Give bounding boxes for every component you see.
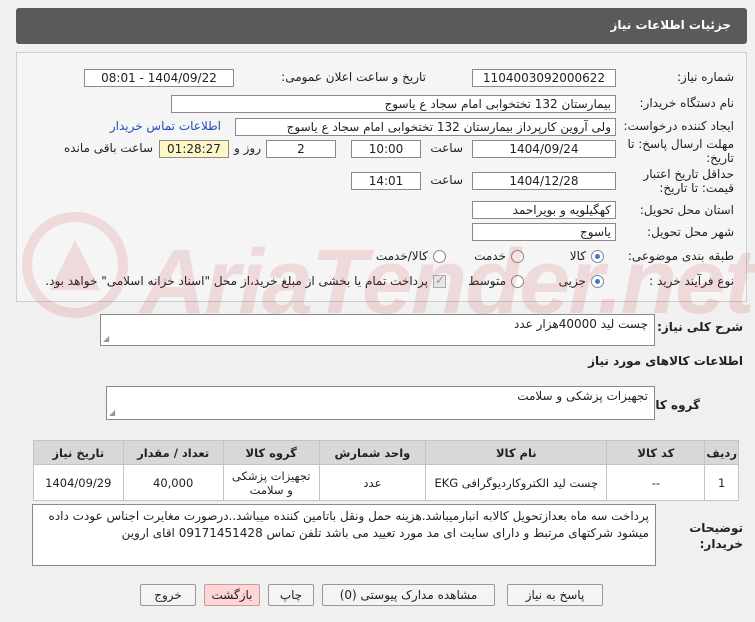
payment-note: پرداخت تمام یا بخشی از مبلغ خرید،از محل … — [45, 274, 428, 288]
category-radio-service[interactable] — [511, 250, 524, 263]
exit-button[interactable]: خروج — [140, 584, 196, 606]
category-option-goods-service: کالا/خدمت — [375, 249, 428, 263]
buyer-org-field: بیمارستان 132 تختخوابی امام سجاد ع یاسوج — [171, 95, 616, 113]
city-label: شهر محل تحویل: — [647, 225, 734, 239]
process-option-medium: متوسط — [468, 274, 506, 288]
reply-time-label: ساعت — [430, 141, 463, 155]
col-date-header: تاریخ نیاز — [33, 440, 124, 465]
goods-group-field: تجهیزات پزشکی و سلامت ◢ — [106, 386, 655, 420]
cell-qty: 40,000 — [122, 464, 224, 501]
col-unit-header: واحد شمارش — [318, 440, 427, 465]
creator-label: ایجاد کننده درخواست: — [623, 119, 734, 133]
announce-field: 1404/09/22 - 08:01 — [84, 69, 234, 87]
goods-group-text: تجهیزات پزشکی و سلامت — [517, 389, 648, 403]
table-header-row: ردیف کد کالا نام کالا واحد شمارش گروه کا… — [33, 440, 739, 465]
resize-grip-icon[interactable]: ◢ — [103, 334, 109, 343]
cell-code: -- — [606, 464, 706, 501]
col-code-header: کد کالا — [606, 440, 706, 465]
announce-label: تاریخ و ساعت اعلان عمومی: — [281, 70, 426, 84]
city-field: یاسوج — [472, 223, 616, 241]
process-option-minor: جزیی — [558, 274, 586, 288]
days-label: روز و — [234, 141, 261, 155]
process-label: نوع فرآیند خرید : — [649, 274, 734, 288]
reply-deadline-label: مهلت ارسال پاسخ: تا تاریخ: — [627, 137, 734, 165]
validity-time-field: 14:01 — [351, 172, 421, 190]
page-title: جزئیات اطلاعات نیاز — [610, 18, 731, 32]
col-row-header: ردیف — [704, 440, 739, 465]
cell-unit: عدد — [318, 464, 427, 501]
validity-time-label: ساعت — [430, 173, 463, 187]
title-bar: جزئیات اطلاعات نیاز — [16, 8, 747, 44]
goods-info-heading: اطلاعات کالاهای مورد نیاز — [588, 354, 743, 368]
category-option-goods: کالا — [569, 249, 586, 263]
need-number-label: شماره نیاز: — [677, 70, 734, 84]
validity-label: حداقل تاریخ اعتبار قیمت: تا تاریخ: — [643, 167, 734, 195]
cell-name: چست لید الکتروکاردیوگرافی EKG — [425, 464, 608, 501]
days-field: 2 — [266, 140, 336, 158]
process-radio-minor[interactable] — [591, 275, 604, 288]
table-row: 1 -- چست لید الکتروکاردیوگرافی EKG عدد ت… — [33, 464, 739, 501]
category-radio-goods[interactable] — [591, 250, 604, 263]
creator-field: ولی آروین کارپرداز بیمارستان 132 تختخواب… — [235, 118, 616, 136]
reply-date-field: 1404/09/24 — [472, 140, 616, 158]
reply-time-field: 10:00 — [351, 140, 421, 158]
need-number-field: 1104003092000622 — [472, 69, 616, 87]
process-radio-medium[interactable] — [511, 275, 524, 288]
buyer-notes-label: توضیحات خریدار: — [689, 521, 743, 551]
remaining-time-field: 01:28:27 — [159, 140, 229, 158]
col-name-header: نام کالا — [425, 440, 608, 465]
print-button[interactable]: چاپ — [268, 584, 314, 606]
reply-button[interactable]: پاسخ به نیاز — [507, 584, 603, 606]
category-label: طبقه بندی موضوعی: — [627, 249, 734, 263]
buyer-notes-field: پرداخت سه ماه بعدازتحویل کالابه انبارمیب… — [32, 504, 656, 566]
treasury-checkbox[interactable] — [433, 273, 446, 288]
col-group-header: گروه کالا — [222, 440, 320, 465]
resize-grip-icon[interactable]: ◢ — [109, 408, 115, 417]
remaining-time-label: ساعت باقی مانده — [63, 141, 153, 155]
province-field: کهگیلویه و بویراحمد — [472, 201, 616, 219]
goods-table: ردیف کد کالا نام کالا واحد شمارش گروه کا… — [33, 440, 739, 501]
validity-date-field: 1404/12/28 — [472, 172, 616, 190]
back-button[interactable]: بازگشت — [204, 584, 260, 606]
view-attachments-button[interactable]: مشاهده مدارک پیوستی (0) — [322, 584, 495, 606]
category-option-service: خدمت — [474, 249, 506, 263]
buyer-org-label: نام دستگاه خریدار: — [639, 96, 735, 110]
summary-field: چست لید 40000هزار عدد ◢ — [100, 314, 655, 346]
cell-row: 1 — [704, 464, 739, 501]
summary-text: چست لید 40000هزار عدد — [513, 317, 648, 331]
col-qty-header: تعداد / مقدار — [122, 440, 224, 465]
cell-group: تجهیزات پزشکی و سلامت — [222, 464, 320, 501]
category-radio-goods-service[interactable] — [433, 250, 446, 263]
summary-label: شرح کلی نیاز: — [657, 320, 743, 334]
cell-date: 1404/09/29 — [33, 464, 124, 501]
buyer-contact-link[interactable]: اطلاعات تماس خریدار — [110, 119, 221, 133]
details-panel: شماره نیاز: 1104003092000622 تاریخ و ساع… — [16, 52, 747, 302]
province-label: استان محل تحویل: — [639, 203, 734, 217]
